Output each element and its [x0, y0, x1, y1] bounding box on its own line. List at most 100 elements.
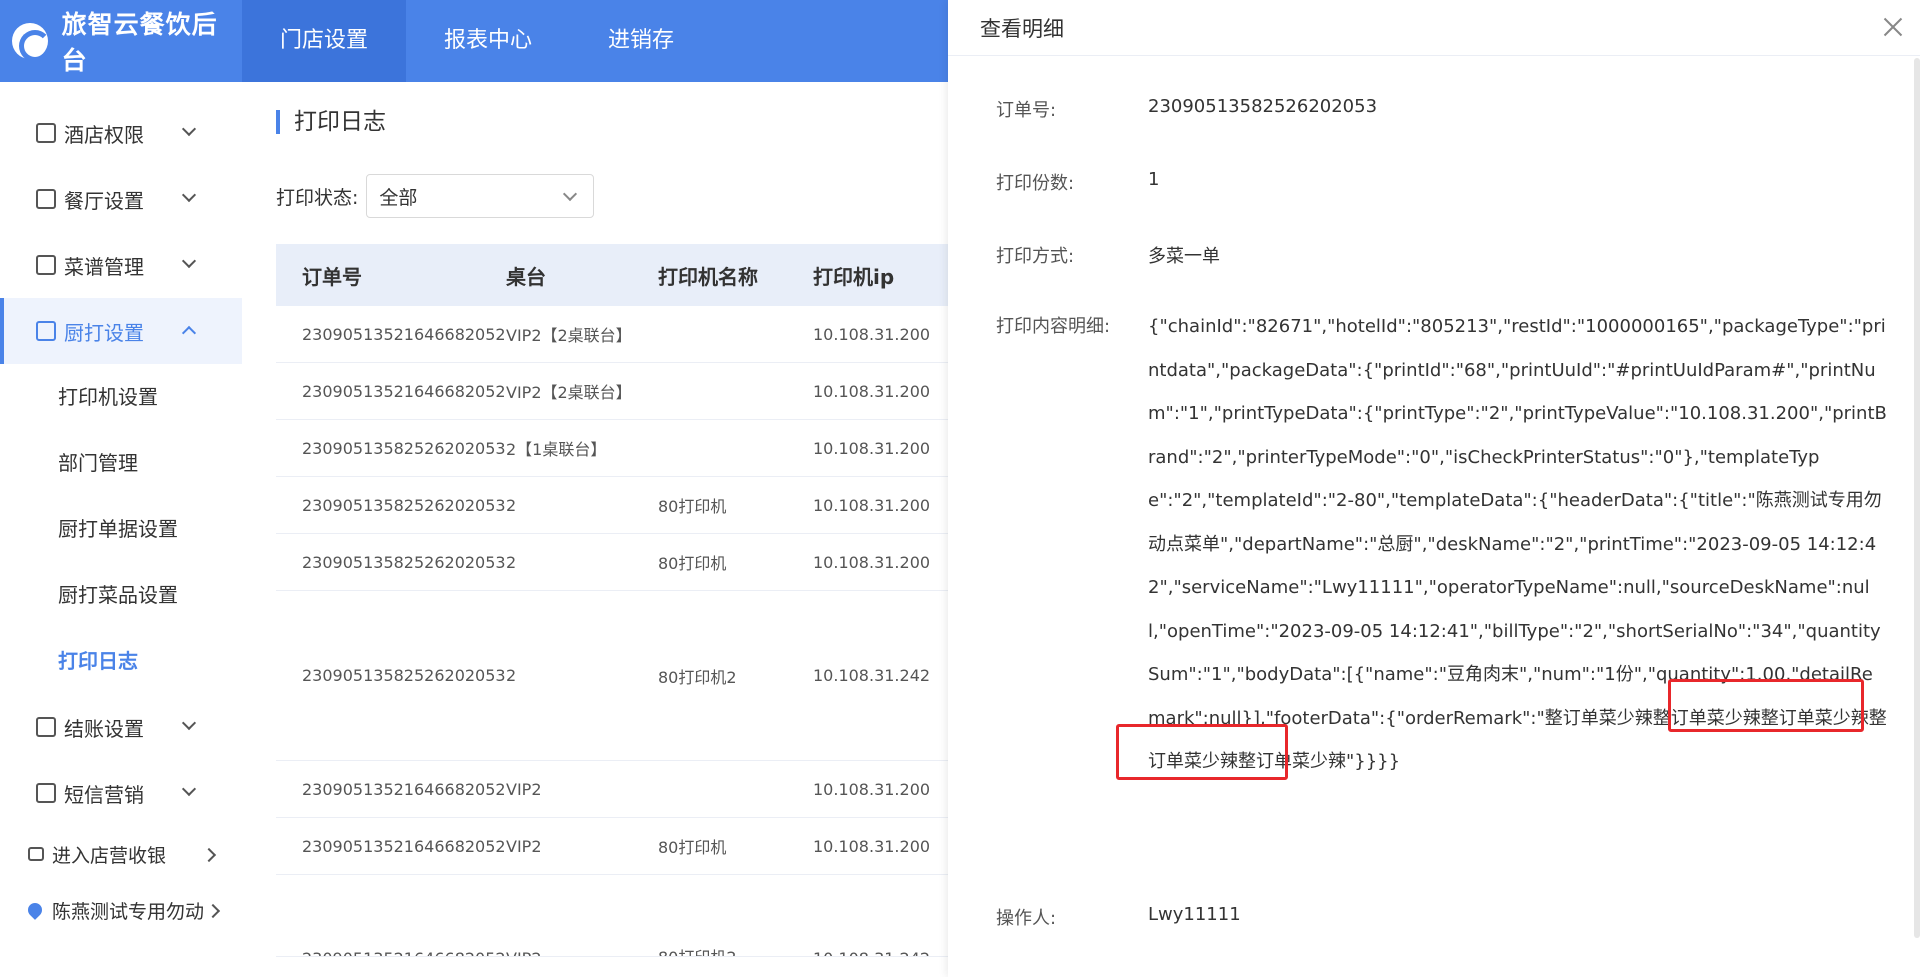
sidebar-sub-department[interactable]: 部门管理 [0, 430, 242, 496]
cell-table: 2 [506, 666, 517, 685]
app-logo[interactable]: 旅智云餐饮后台 [0, 0, 242, 82]
print-log-table: 订单号 桌台 打印机名称 打印机ip 23090513521646682052 … [276, 244, 948, 957]
sidebar-item-kitchen-print[interactable]: 厨打设置 [0, 298, 242, 364]
top-nav: 门店设置 报表中心 进销存 [242, 0, 712, 82]
cell-table: VIP2 [506, 836, 542, 856]
close-icon[interactable] [1878, 12, 1908, 42]
cell-table: VIP2 [506, 779, 542, 799]
cell-order-no: 23090513521646682052 [302, 836, 506, 856]
mail-icon [36, 783, 56, 803]
page-title: 打印日志 [276, 110, 386, 134]
chevron-right-icon [201, 847, 217, 863]
sidebar-item-restaurant-settings[interactable]: 餐厅设置 [0, 166, 242, 232]
sidebar-sub-dish-settings[interactable]: 厨打菜品设置 [0, 562, 242, 628]
cell-table: VIP2 [506, 949, 658, 956]
cell-printer-name: 80打印机2 [658, 944, 813, 956]
sidebar-item-menu-management[interactable]: 菜谱管理 [0, 232, 242, 298]
sidebar-sub-print-log[interactable]: 打印日志 [0, 628, 242, 694]
table-row[interactable]: 23090513582526202053 2【1桌联台】 10.108.31.2… [276, 420, 948, 477]
printer-icon [36, 321, 56, 341]
sidebar-item-label: 短信营销 [64, 782, 144, 807]
cell-printer-ip: 10.108.31.200 [813, 324, 931, 344]
print-content-value: {"chainId":"82671","hotelId":"805213","r… [1148, 316, 1887, 772]
table-row[interactable]: 23090513521646682052 VIP2【2桌联台】 10.108.3… [276, 363, 948, 420]
main-content: 打印日志 打印状态: 全部 订单号 桌台 打印机名称 打印机ip 2309051… [242, 82, 948, 977]
sidebar-store-selector[interactable]: 陈燕测试专用勿动 [0, 882, 242, 938]
sidebar-item-label: 结账设置 [64, 716, 144, 741]
cell-order-no: 23090513521646682052 [302, 779, 506, 799]
cell-order-no: 23090513521646682052 [302, 381, 506, 401]
print-content-label: 打印内容明细: [996, 316, 1111, 337]
cell-printer-ip: 10.108.31.200 [813, 495, 931, 515]
sidebar-item-checkout-settings[interactable]: 结账设置 [0, 694, 242, 760]
cell-printer-ip: 10.108.31.242 [813, 949, 948, 956]
drawer-title: 查看明细 [980, 16, 1064, 41]
cell-printer-name: 80打印机 [658, 838, 727, 857]
nav-report-center[interactable]: 报表中心 [406, 0, 570, 82]
cell-printer-ip: 10.108.31.200 [813, 438, 931, 458]
table-row[interactable]: 23090513582526202053 2 80打印机2 10.108.31.… [276, 591, 948, 761]
cell-printer-name: 80打印机 [658, 554, 727, 573]
cell-printer-ip: 10.108.31.200 [813, 779, 931, 799]
sidebar-enter-cashier-label: 进入店营收银 [52, 844, 167, 867]
detail-drawer: 查看明细 订单号: 23090513582526202053 打印份数: 1 打… [948, 0, 1920, 977]
operator-value: Lwy11111 [1148, 904, 1241, 925]
dish-cover-icon [36, 189, 56, 209]
cell-table: 2【1桌联台】 [506, 440, 607, 459]
cell-printer-ip: 10.108.31.242 [813, 666, 931, 685]
sidebar-item-label: 餐厅设置 [64, 188, 144, 213]
sidebar-item-label: 厨打设置 [64, 320, 144, 345]
nav-store-settings[interactable]: 门店设置 [242, 0, 407, 82]
cell-printer-ip: 10.108.31.200 [813, 381, 931, 401]
cell-table: VIP2【2桌联台】 [506, 383, 632, 402]
table-row[interactable]: 23090513521646682052 VIP2 10.108.31.200 [276, 761, 948, 818]
col-table: 桌台 [506, 264, 546, 289]
sidebar-sub-printer-settings[interactable]: 打印机设置 [0, 364, 242, 430]
cell-order-no: 23090513582526202053 [302, 666, 506, 685]
detail-print-mode: 打印方式: 多菜一单 [996, 242, 1220, 268]
yen-icon [36, 717, 56, 737]
cell-printer-name: 80打印机 [658, 497, 727, 516]
print-status-select[interactable]: 全部 [366, 174, 595, 218]
chevron-up-icon [181, 325, 197, 341]
drawer-scrollbar[interactable] [1914, 58, 1920, 938]
print-mode-value: 多菜一单 [1148, 246, 1220, 267]
building-icon [36, 123, 56, 143]
store-name: 陈燕测试专用勿动 [52, 900, 205, 923]
copies-value: 1 [1148, 169, 1160, 190]
sidebar-item-label: 酒店权限 [64, 122, 144, 147]
table-row[interactable]: 23090513582526202053 2 80打印机 10.108.31.2… [276, 477, 948, 534]
chevron-down-icon [181, 253, 197, 269]
app-title: 旅智云餐饮后台 [61, 10, 218, 75]
cell-printer-name: 80打印机2 [658, 667, 737, 687]
detail-print-content: 打印内容明细: {"chainId":"82671","hotelId":"80… [996, 305, 1888, 784]
cell-order-no: 23090513582526202053 [302, 552, 506, 572]
chevron-down-icon [181, 715, 197, 731]
nav-inventory[interactable]: 进销存 [570, 0, 712, 82]
table-row[interactable]: 23090513521646682052 VIP2 80打印机 10.108.3… [276, 818, 948, 875]
sidebar-item-sms-marketing[interactable]: 短信营销 [0, 760, 242, 826]
detail-operator: 操作人: Lwy11111 [996, 904, 1241, 930]
sidebar-enter-cashier[interactable]: 进入店营收银 [0, 826, 242, 882]
cell-order-no: 23090513521646682052 [302, 324, 506, 344]
copies-label: 打印份数: [996, 173, 1075, 194]
table-row[interactable]: 23090513521646682052 VIP2【2桌联台】 10.108.3… [276, 306, 948, 363]
select-value: 全部 [379, 186, 418, 209]
sidebar-item-hotel-permission[interactable]: 酒店权限 [0, 100, 242, 166]
sidebar-item-label: 菜谱管理 [64, 254, 144, 279]
print-mode-label: 打印方式: [996, 246, 1075, 267]
order-no-value: 23090513582526202053 [1148, 96, 1378, 117]
table-row[interactable]: 23090513582526202053 2 80打印机 10.108.31.2… [276, 534, 948, 591]
drawer-header: 查看明细 [948, 0, 1920, 56]
sidebar-sub-receipt-settings[interactable]: 厨打单据设置 [0, 496, 242, 562]
filter-label: 打印状态: [276, 186, 359, 209]
monitor-icon [28, 847, 44, 861]
table-row[interactable]: 23090513521646682052 VIP2 80打印机2 10.108.… [276, 875, 948, 957]
cell-table: VIP2【2桌联台】 [506, 326, 632, 345]
col-printer-name: 打印机名称 [658, 264, 758, 289]
col-printer-ip: 打印机ip [813, 264, 895, 289]
sidebar: 酒店权限 餐厅设置 菜谱管理 厨打设置 打印机设置 部门管理 厨打单据设置 厨打… [0, 82, 242, 977]
cell-order-no: 23090513521646682052 [276, 949, 506, 956]
grid-icon [36, 255, 56, 275]
cell-printer-ip: 10.108.31.200 [813, 836, 931, 856]
